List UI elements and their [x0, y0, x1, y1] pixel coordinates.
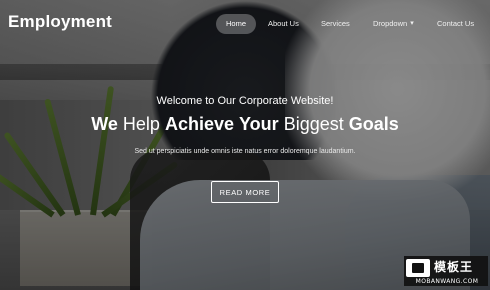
nav-label: Dropdown [373, 19, 408, 28]
nav-item-contact-us[interactable]: Contact Us [437, 14, 474, 34]
hero-welcome-text: Welcome to Our Corporate Website! [156, 95, 334, 107]
hero-subtext: Sed ut perspiciatis unde omnis iste natu… [134, 148, 356, 155]
headline-word: Help [122, 114, 160, 134]
hero-headline: We Help Achieve Your Biggest Goals [0, 114, 490, 135]
nav-label: Home [226, 19, 247, 28]
watermark-text: 模板王 [434, 260, 474, 274]
nav-label: Services [321, 19, 350, 28]
watermark-url: MOBANWANG.COM [415, 278, 479, 285]
hero-overlay [0, 0, 490, 290]
nav-item-home[interactable]: Home [216, 14, 257, 34]
nav-item-about-us[interactable]: About Us [268, 14, 299, 34]
nav-item-dropdown[interactable]: Dropdown ▾ [373, 14, 414, 34]
watermark-logo-icon [406, 259, 430, 277]
headline-word: Achieve [164, 114, 234, 134]
headline-word: Goals [348, 114, 399, 134]
headline-word: We [91, 114, 118, 134]
headline-word: Biggest [283, 114, 344, 134]
headline-word: Your [239, 114, 279, 134]
chevron-down-icon: ▾ [410, 20, 414, 27]
read-more-button[interactable]: READ MORE [211, 181, 279, 203]
nav-label: About Us [268, 19, 299, 28]
nav-item-services[interactable]: Services [321, 14, 350, 34]
nav-label: Contact Us [437, 19, 475, 28]
main-nav: Home About Us Services Dropdown ▾ Contact… [0, 14, 490, 34]
